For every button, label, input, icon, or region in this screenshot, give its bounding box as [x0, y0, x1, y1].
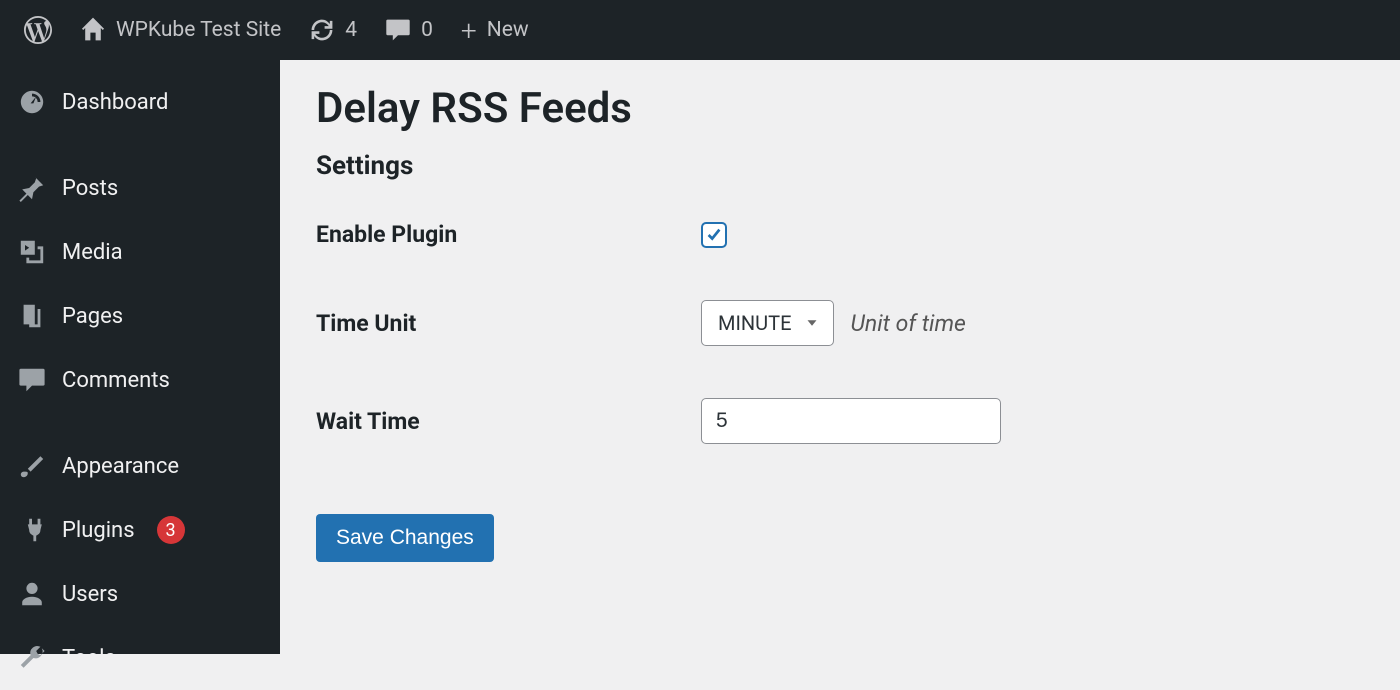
pages-icon: [18, 302, 46, 330]
chevron-down-icon: [803, 314, 821, 332]
wrench-icon: [18, 644, 46, 672]
brush-icon: [18, 452, 46, 480]
save-button[interactable]: Save Changes: [316, 514, 494, 562]
enable-plugin-label: Enable Plugin: [316, 221, 701, 248]
site-name: WPKube Test Site: [116, 18, 281, 42]
sidebar-item-label: Users: [62, 582, 118, 607]
sidebar-item-label: Dashboard: [62, 90, 168, 115]
check-icon: [705, 226, 723, 244]
new-label: New: [487, 18, 529, 42]
update-icon: [309, 17, 335, 43]
new-content-link[interactable]: + New: [447, 0, 543, 60]
comments-count: 0: [421, 18, 433, 42]
sidebar-item-label: Comments: [62, 368, 170, 393]
wait-time-input[interactable]: [701, 398, 1001, 444]
page-subtitle: Settings: [316, 151, 1364, 181]
page-title: Delay RSS Feeds: [316, 84, 1364, 133]
user-icon: [18, 580, 46, 608]
sidebar-item-appearance[interactable]: Appearance: [0, 434, 280, 498]
sidebar-item-label: Pages: [62, 304, 123, 329]
sidebar-item-plugins[interactable]: Plugins 3: [0, 498, 280, 562]
wordpress-icon: [24, 16, 52, 44]
time-unit-select[interactable]: MINUTE: [701, 300, 834, 346]
dashboard-icon: [18, 88, 46, 116]
time-unit-hint: Unit of time: [850, 310, 965, 337]
updates-link[interactable]: 4: [295, 0, 371, 60]
sidebar-item-label: Media: [62, 240, 123, 265]
sidebar-item-comments[interactable]: Comments: [0, 348, 280, 412]
media-icon: [18, 238, 46, 266]
time-unit-label: Time Unit: [316, 310, 701, 337]
home-icon: [80, 17, 106, 43]
wp-logo-button[interactable]: [10, 0, 66, 60]
plus-icon: +: [461, 14, 477, 47]
plugins-badge: 3: [157, 516, 185, 544]
sidebar-item-posts[interactable]: Posts: [0, 156, 280, 220]
sidebar-item-label: Appearance: [62, 454, 179, 479]
time-unit-value: MINUTE: [718, 311, 791, 335]
pin-icon: [18, 174, 46, 202]
sidebar-item-dashboard[interactable]: Dashboard: [0, 70, 280, 134]
sidebar-item-media[interactable]: Media: [0, 220, 280, 284]
wait-time-label: Wait Time: [316, 408, 701, 435]
admin-bar: WPKube Test Site 4 0 + New: [0, 0, 1400, 60]
admin-sidebar: Dashboard Posts Media Pages Comments App…: [0, 60, 280, 654]
updates-count: 4: [345, 18, 357, 42]
comments-icon: [18, 366, 46, 394]
sidebar-item-label: Plugins: [62, 518, 135, 543]
sidebar-item-label: Posts: [62, 176, 118, 201]
sidebar-item-pages[interactable]: Pages: [0, 284, 280, 348]
comment-icon: [385, 17, 411, 43]
sidebar-item-label: Tools: [62, 646, 116, 671]
enable-plugin-checkbox[interactable]: [701, 222, 727, 248]
sidebar-item-users[interactable]: Users: [0, 562, 280, 626]
main-content: Delay RSS Feeds Settings Enable Plugin T…: [280, 60, 1400, 654]
sidebar-item-tools[interactable]: Tools: [0, 626, 280, 690]
site-link[interactable]: WPKube Test Site: [66, 0, 295, 60]
comments-link[interactable]: 0: [371, 0, 447, 60]
plugin-icon: [18, 516, 46, 544]
